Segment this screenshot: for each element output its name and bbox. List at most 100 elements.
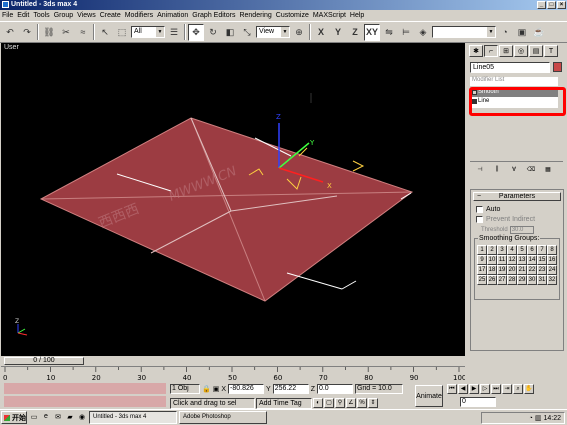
folder-icon[interactable]: ▰	[65, 413, 75, 423]
smoothing-group-button[interactable]: 15	[537, 255, 547, 265]
smoothing-group-button[interactable]: 30	[527, 275, 537, 285]
smoothing-group-button[interactable]: 20	[507, 265, 517, 275]
smoothing-group-button[interactable]: 12	[507, 255, 517, 265]
select-manipulate-icon[interactable]: ⤡	[239, 24, 255, 41]
add-time-tag[interactable]: Add Time Tag	[256, 397, 312, 409]
restrict-xy-button[interactable]: XY	[364, 23, 380, 41]
smoothing-group-button[interactable]: 7	[537, 245, 547, 255]
smoothing-group-button[interactable]: 19	[497, 265, 507, 275]
menu-animation[interactable]: Animation	[157, 12, 188, 19]
show-end-result-icon[interactable]: ||	[490, 164, 504, 174]
create-tab-icon[interactable]: ✱	[469, 45, 483, 57]
select-scale-icon[interactable]: ◧	[222, 24, 238, 41]
smoothing-group-button[interactable]: 17	[477, 265, 487, 275]
next-frame-icon[interactable]: ▷	[480, 384, 490, 394]
media-icon[interactable]: ◉	[77, 413, 87, 423]
hierarchy-tab-icon[interactable]: ⊞	[499, 45, 513, 57]
z-coord-field[interactable]: 0.0	[316, 384, 353, 394]
menu-maxscript[interactable]: MAXScript	[313, 12, 346, 19]
utilities-tab-icon[interactable]: T	[544, 45, 558, 57]
network-icon[interactable]: ▥	[535, 414, 542, 422]
previous-frame-icon[interactable]: ◀	[458, 384, 468, 394]
reference-coord-dropdown[interactable]: View ▼	[256, 26, 290, 38]
menu-graph-editors[interactable]: Graph Editors	[192, 12, 235, 19]
align-icon[interactable]: ⊨	[398, 24, 414, 41]
modify-tab-icon[interactable]: ⌐	[484, 45, 498, 57]
menu-edit[interactable]: Edit	[17, 12, 29, 19]
mini-listener-bottom[interactable]	[4, 396, 166, 407]
mail-icon[interactable]: ✉	[53, 413, 63, 423]
select-rotate-icon[interactable]: ↻	[205, 24, 221, 41]
threshold-spinner[interactable]: 30.0	[509, 226, 534, 234]
menu-group[interactable]: Group	[54, 12, 73, 19]
menu-rendering[interactable]: Rendering	[239, 12, 271, 19]
smoothing-group-button[interactable]: 23	[537, 265, 547, 275]
smoothing-group-button[interactable]: 9	[477, 255, 487, 265]
select-by-name-icon[interactable]: ☰	[166, 24, 182, 41]
display-tab-icon[interactable]: ▤	[529, 45, 543, 57]
play-icon[interactable]: ▶	[469, 384, 479, 394]
snap-toggle-icon[interactable]: ⚲	[335, 398, 345, 408]
object-color-swatch[interactable]	[553, 62, 562, 72]
volume-icon[interactable]: ◔	[529, 415, 533, 422]
current-frame-field[interactable]: 0	[460, 397, 496, 407]
restrict-x-button[interactable]: X	[313, 24, 329, 41]
restrict-y-button[interactable]: Y	[330, 24, 346, 41]
crossing-selection-icon[interactable]: ▢	[324, 398, 334, 408]
pivot-center-icon[interactable]: ⊕	[291, 24, 307, 41]
material-editor-icon[interactable]: ◔	[497, 24, 513, 41]
key-mode-icon[interactable]: ⇥	[502, 384, 512, 394]
smoothing-group-button[interactable]: 14	[527, 255, 537, 265]
minimize-button[interactable]: _	[537, 1, 546, 9]
degradation-override-icon[interactable]: ◐	[313, 398, 323, 408]
task-photoshop[interactable]: Adobe Photoshop	[179, 411, 267, 424]
modifier-list-dropdown[interactable]: Modifier List	[470, 77, 558, 86]
smoothing-group-button[interactable]: 21	[517, 265, 527, 275]
y-coord-field[interactable]: 256.22	[272, 384, 309, 394]
smoothing-group-button[interactable]: 8	[547, 245, 557, 255]
remove-modifier-icon[interactable]: ⌫	[524, 164, 538, 174]
animate-button[interactable]: Animate	[415, 385, 443, 407]
select-region-icon[interactable]: ⬚	[114, 24, 130, 41]
mirror-icon[interactable]: ⇋	[381, 24, 397, 41]
lock-icon[interactable]: 🔒	[202, 385, 211, 393]
smoothing-group-button[interactable]: 25	[477, 275, 487, 285]
angle-snap-icon[interactable]: ∠	[346, 398, 356, 408]
pin-stack-icon[interactable]: ⊣	[473, 164, 487, 174]
menu-modifiers[interactable]: Modifiers	[125, 12, 153, 19]
restrict-z-button[interactable]: Z	[347, 24, 363, 41]
smoothing-group-button[interactable]: 11	[497, 255, 507, 265]
undo-icon[interactable]: ↶	[2, 24, 18, 41]
start-button[interactable]: 开始	[1, 411, 27, 424]
smoothing-group-button[interactable]: 13	[517, 255, 527, 265]
x-coord-field[interactable]: -80.826	[228, 384, 265, 394]
named-selection-sets-dropdown[interactable]: ▼	[432, 26, 496, 38]
render-scene-icon[interactable]: ▣	[514, 24, 530, 41]
smoothing-group-button[interactable]: 26	[487, 275, 497, 285]
percent-snap-icon[interactable]: %	[357, 398, 367, 408]
viewport-user[interactable]: User 西西西 MWWW.CN Z Y X Z	[1, 43, 465, 356]
smoothing-group-button[interactable]: 31	[537, 275, 547, 285]
auto-checkbox-box[interactable]	[476, 206, 483, 213]
browser-icon[interactable]: e	[41, 413, 51, 423]
pan-icon[interactable]: ✋	[524, 384, 534, 394]
auto-checkbox[interactable]: Auto	[476, 206, 500, 213]
smoothing-group-button[interactable]: 2	[487, 245, 497, 255]
bind-space-warp-icon[interactable]: ≈	[75, 24, 91, 41]
menu-views[interactable]: Views	[77, 12, 96, 19]
redo-icon[interactable]: ↷	[19, 24, 35, 41]
make-unique-icon[interactable]: ∀	[507, 164, 521, 174]
selection-filter-dropdown[interactable]: All ▼	[131, 26, 165, 38]
time-slider-thumb[interactable]: 0 / 100	[4, 357, 84, 365]
smoothing-group-button[interactable]: 1	[477, 245, 487, 255]
spinner-snap-icon[interactable]: ⇕	[368, 398, 378, 408]
object-name-field[interactable]: Line05	[470, 62, 550, 73]
desktop-icon[interactable]: ▭	[29, 413, 39, 423]
menu-tools[interactable]: Tools	[33, 12, 49, 19]
time-slider-track[interactable]: 0 / 100	[1, 356, 465, 366]
motion-tab-icon[interactable]: ◎	[514, 45, 528, 57]
smoothing-group-button[interactable]: 10	[487, 255, 497, 265]
smoothing-group-button[interactable]: 5	[517, 245, 527, 255]
clock[interactable]: 14:22	[543, 415, 561, 422]
smoothing-group-button[interactable]: 24	[547, 265, 557, 275]
